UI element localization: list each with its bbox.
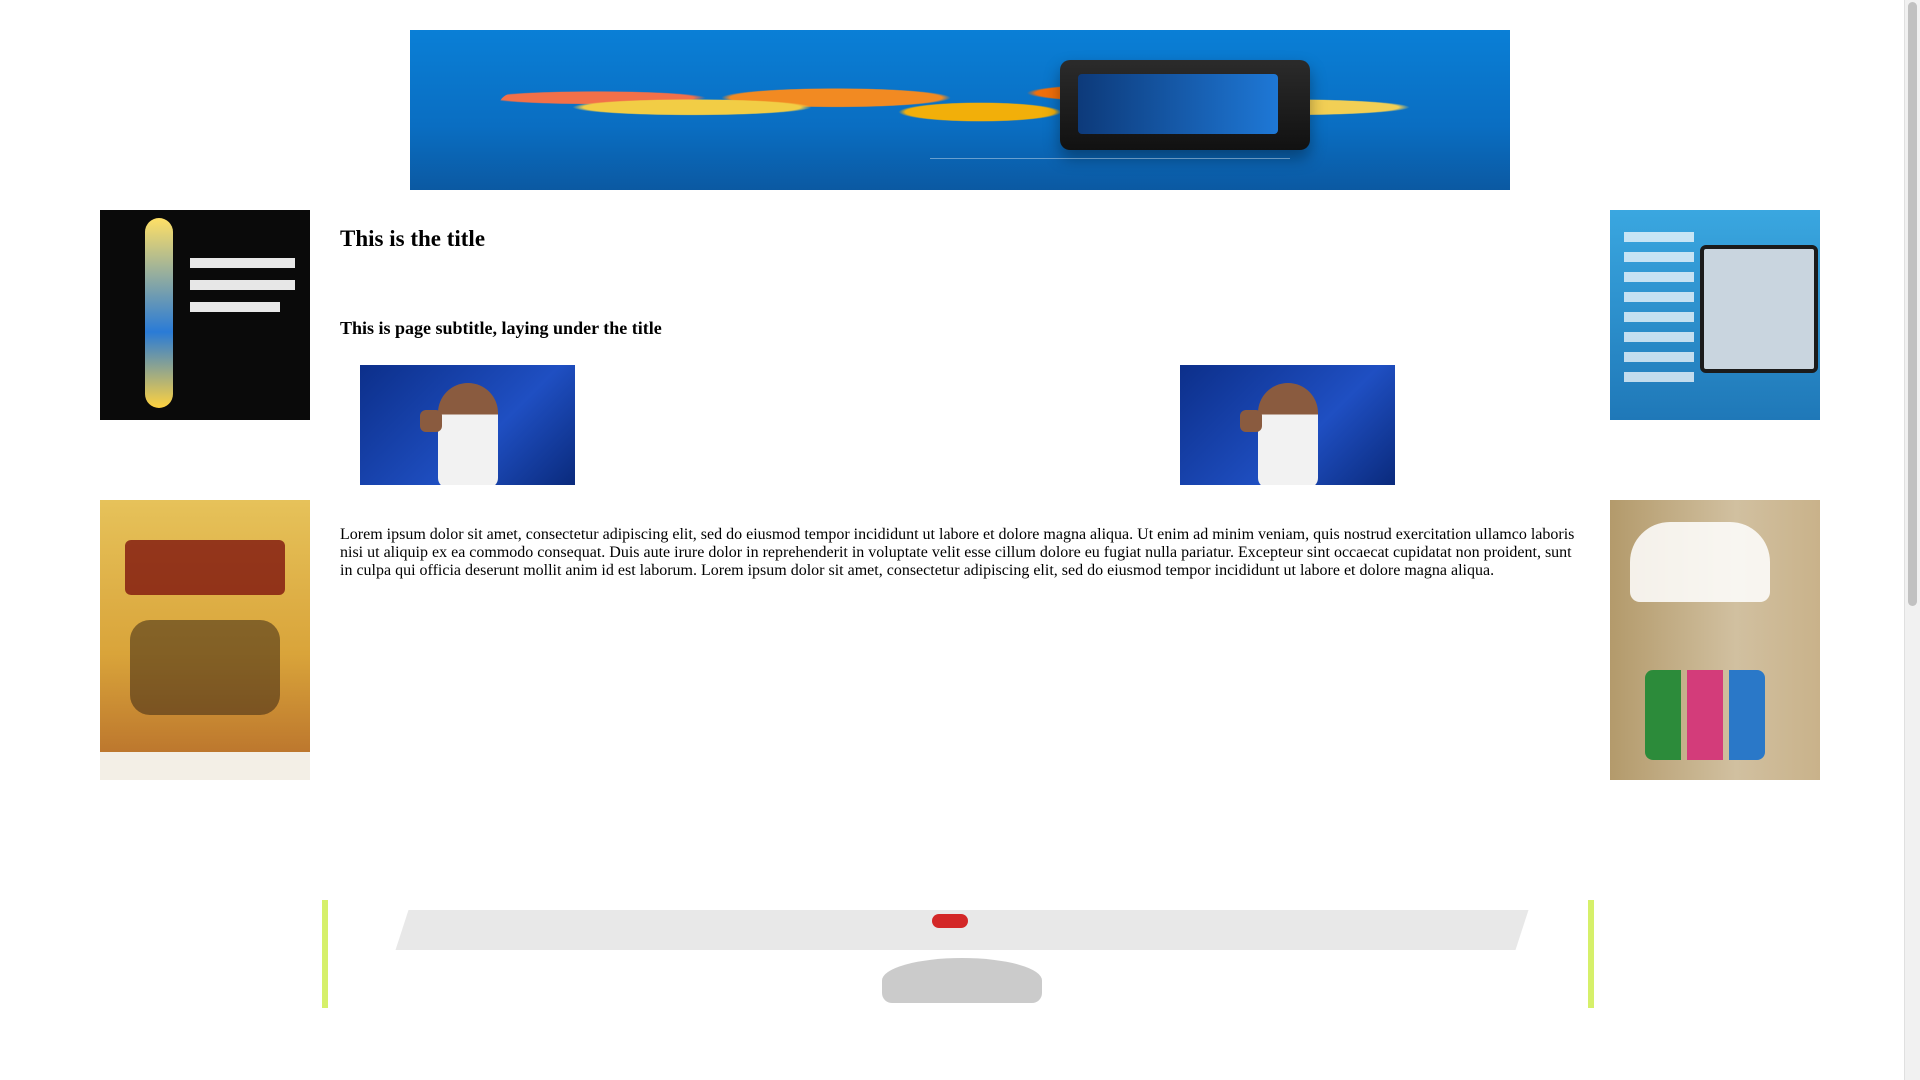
scrollbar-thumb[interactable] [1908, 2, 1917, 606]
product-boxes [1645, 670, 1765, 760]
ad-text-line [190, 302, 280, 312]
person-image [1258, 383, 1318, 485]
swirl-graphic [500, 55, 1460, 150]
ad-text-line [190, 280, 295, 290]
body-text: Lorem ipsum dolor sit amet, consectetur … [340, 526, 1575, 579]
fist-icon [420, 410, 442, 432]
figure-image [882, 958, 1042, 1003]
heart-icon [932, 914, 968, 928]
photo-left [360, 365, 575, 485]
ad-left-bottom[interactable] [100, 500, 310, 780]
poster-title [125, 540, 285, 595]
page-title: This is the title [340, 226, 486, 251]
ad-text-line [190, 258, 295, 268]
monitor-image [1700, 245, 1818, 373]
car-illustration [130, 620, 280, 715]
ad-left-top[interactable] [100, 210, 310, 420]
fist-icon [1240, 410, 1262, 432]
person-image [438, 383, 498, 485]
bottom-banner-ad[interactable] [322, 900, 1594, 1008]
phone-image [1060, 60, 1310, 150]
ad-text-block [1624, 232, 1694, 382]
top-banner-ad[interactable] [410, 30, 1510, 190]
brand-strip [930, 158, 1290, 169]
ad-right-bottom[interactable] [1610, 500, 1820, 780]
bottle-image [145, 218, 173, 408]
poster-footer [100, 752, 310, 780]
photo-right [1180, 365, 1395, 485]
ad-headline [1630, 522, 1770, 602]
page-subtitle: This is page subtitle, laying under the … [340, 318, 662, 338]
ad-right-top[interactable] [1610, 210, 1820, 420]
